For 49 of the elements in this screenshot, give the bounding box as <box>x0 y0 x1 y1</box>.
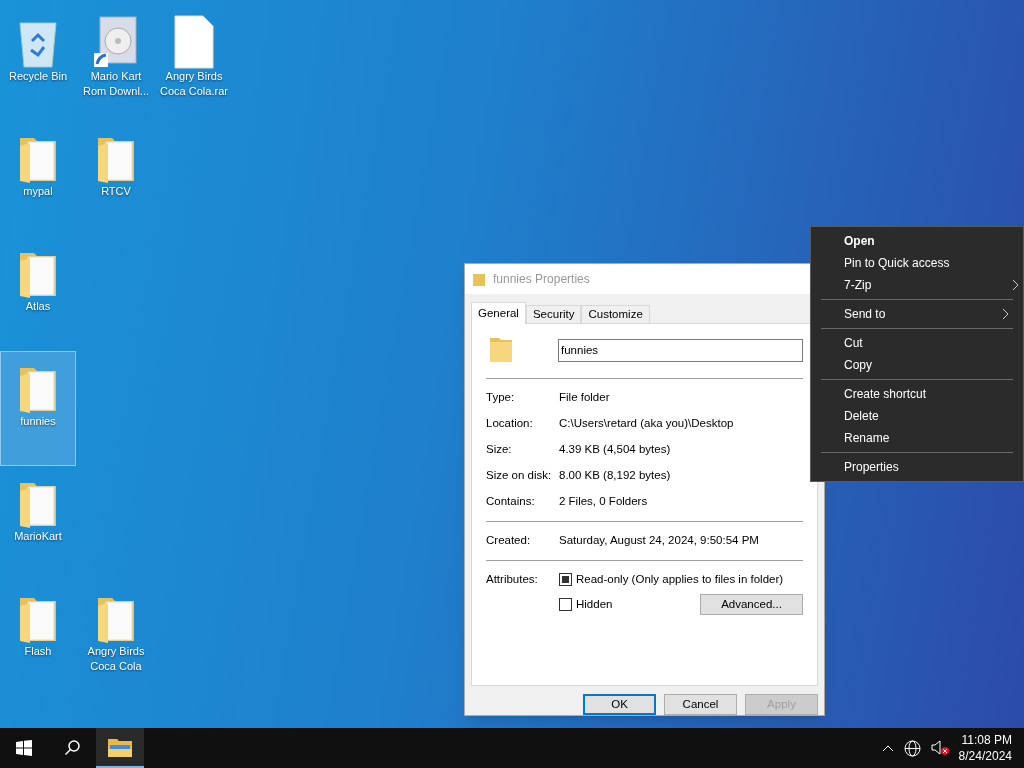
menu-item[interactable]: Cut <box>821 332 1013 354</box>
menu-item[interactable]: Rename <box>821 427 1013 449</box>
property-label: Location: <box>486 416 534 432</box>
muted-speaker-icon <box>930 740 949 756</box>
folder-icon <box>108 737 132 757</box>
dialog-button[interactable]: Cancel <box>664 694 737 715</box>
chevron-right-icon <box>1002 308 1009 320</box>
checkbox[interactable] <box>559 598 572 612</box>
menu-item[interactable]: Open <box>811 230 1023 252</box>
tab[interactable]: General <box>471 302 526 324</box>
property-value: Saturday, August 24, 2024, 9:50:54 PM <box>559 533 759 549</box>
property-value: 8.00 KB (8,192 bytes) <box>559 468 671 484</box>
search-icon <box>64 740 80 756</box>
clock[interactable]: 11:08 PM 8/24/2024 <box>958 732 1012 764</box>
property-value: File folder <box>559 390 610 406</box>
property-label: Size: <box>486 442 513 458</box>
tab[interactable]: Customize <box>581 305 650 324</box>
menu-item[interactable]: Properties <box>821 456 1013 478</box>
menu-item[interactable]: Send to <box>821 303 1013 325</box>
folder-icon <box>473 272 485 286</box>
dialog-button[interactable]: OK <box>583 694 656 715</box>
advanced-button[interactable]: Advanced... <box>700 594 803 616</box>
property-label: Size on disk: <box>486 468 553 484</box>
chevron-right-icon <box>1012 279 1019 291</box>
property-label: Attributes: <box>486 572 539 587</box>
chevron-up-icon <box>881 744 894 752</box>
name-field[interactable]: funnies <box>558 338 803 362</box>
windows-logo-icon <box>16 740 32 756</box>
folder-icon <box>490 336 512 364</box>
menu-item[interactable]: Delete <box>821 405 1013 427</box>
property-value: 2 Files, 0 Folders <box>559 494 648 510</box>
menu-item[interactable]: Pin to Quick access <box>811 252 1023 274</box>
property-label: Created: <box>486 533 532 549</box>
property-label: Type: <box>486 390 516 406</box>
menu-item[interactable]: Create shortcut <box>821 383 1013 405</box>
window-title: funnies Properties <box>493 271 590 288</box>
blank-file-icon <box>174 15 214 69</box>
property-label: Contains: <box>486 494 536 510</box>
recycle-bin-icon <box>16 19 60 69</box>
globe-icon <box>903 739 921 757</box>
property-value: 4.39 KB (4,504 bytes) <box>559 442 671 458</box>
checkbox[interactable] <box>559 573 572 587</box>
property-value: C:\Users\retard (aka you)\Desktop <box>559 416 734 432</box>
checkbox-label: Read-only (Only applies to files in folder) <box>576 572 784 587</box>
taskbar-app[interactable] <box>96 728 144 768</box>
menu-item[interactable]: 7-Zip <box>811 274 1023 296</box>
checkbox-label: Hidden <box>576 597 613 613</box>
installer-box-icon <box>92 13 140 69</box>
menu-item[interactable]: Copy <box>821 354 1013 376</box>
